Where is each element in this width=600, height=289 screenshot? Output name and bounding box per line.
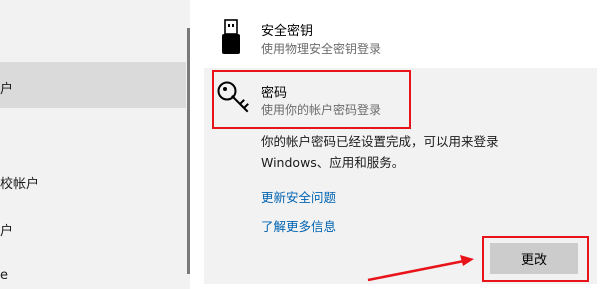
change-button-highlight-box [482,236,589,282]
update-security-questions-link[interactable]: 更新安全问题 [261,187,336,206]
security-key-subtitle: 使用物理安全密钥登录 [261,42,382,56]
sidebar-item-other[interactable]: 户 [0,207,186,253]
settings-sidebar: 户 校帐户 户 e [0,0,190,289]
sidebar-item-label: 户 [0,224,14,239]
password-description-line-2: Windows、应用和服务。 [261,155,405,170]
password-highlight-box [212,70,411,129]
sidebar-item-school[interactable]: 校帐户 [0,160,186,206]
sidebar-item-label: 校帐户 [0,177,40,192]
security-key-title: 安全密钥 [261,24,314,39]
learn-more-link[interactable]: 了解更多信息 [261,216,336,235]
sidebar-item-label: 户 [0,82,14,97]
usb-key-icon [222,19,240,54]
sidebar-item-more[interactable]: e [0,255,186,289]
sidebar-item-label: e [0,268,8,283]
password-description: 你的帐户密码已经设置完成，可以用来登录 Windows、应用和服务。 [261,131,499,173]
sidebar-item-selected[interactable]: 户 [0,62,186,108]
password-description-line-1: 你的帐户密码已经设置完成，可以用来登录 [261,134,499,149]
annotation-arrow-icon [367,255,474,282]
